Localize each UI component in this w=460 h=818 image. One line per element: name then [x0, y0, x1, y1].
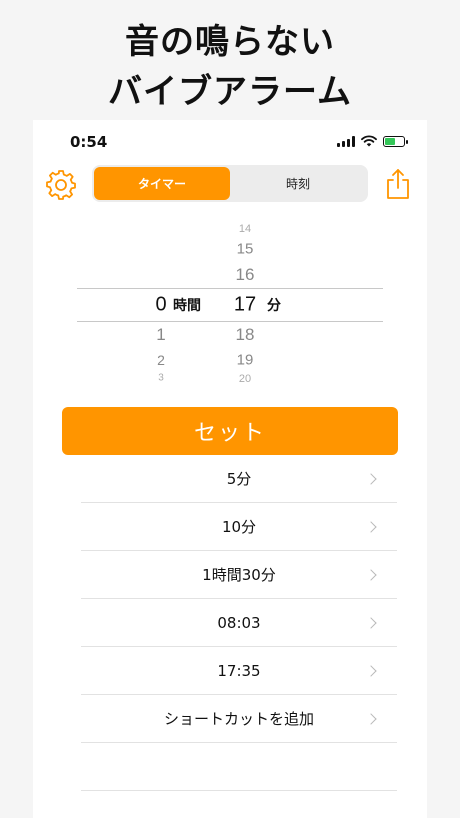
- chevron-right-icon: [365, 664, 377, 677]
- empty-row: [81, 743, 397, 791]
- shortcut-label: 08:03: [217, 613, 261, 632]
- battery-charging-icon: [383, 135, 408, 147]
- shortcut-row-10min[interactable]: 10分: [81, 503, 397, 551]
- shortcut-label: 1時間30分: [202, 566, 276, 584]
- shortcut-list: 5分 10分 1時間30分 08:03 17:35 ショートカットを追加: [81, 455, 397, 791]
- shortcut-row-1h30m[interactable]: 1時間30分: [81, 551, 397, 599]
- shortcut-label: 10分: [221, 518, 257, 536]
- promo-title-line1: 音の鳴らない: [125, 22, 335, 62]
- shortcut-row-5min[interactable]: 5分: [81, 455, 397, 503]
- wifi-icon: [361, 135, 377, 147]
- chevron-right-icon: [365, 520, 377, 533]
- status-time: 0:54: [70, 133, 108, 151]
- shortcut-label: 5分: [226, 470, 252, 488]
- minutes-option[interactable]: 18: [225, 325, 265, 345]
- minutes-option[interactable]: 20: [225, 373, 265, 385]
- chevron-right-icon: [365, 616, 377, 629]
- chevron-right-icon: [365, 712, 377, 725]
- minutes-option[interactable]: 16: [225, 265, 265, 285]
- share-icon[interactable]: [385, 168, 411, 200]
- set-button[interactable]: セット: [62, 407, 398, 455]
- duration-picker[interactable]: 0 1 2 3 時間 14 15 16 17 18 19 20 分: [77, 218, 383, 390]
- tab-timer[interactable]: タイマー: [94, 167, 230, 200]
- minutes-option[interactable]: 14: [225, 223, 265, 235]
- shortcut-label: 17:35: [217, 661, 261, 680]
- status-icons: [337, 135, 408, 147]
- add-shortcut-row[interactable]: ショートカットを追加: [81, 695, 397, 743]
- minutes-option[interactable]: 15: [225, 241, 265, 258]
- hours-unit-label: 時間: [173, 298, 201, 314]
- gear-icon[interactable]: [45, 169, 77, 201]
- mode-segmented-control: タイマー 時刻: [92, 165, 368, 202]
- shortcut-row-1735[interactable]: 17:35: [81, 647, 397, 695]
- hours-option[interactable]: 1: [141, 325, 181, 345]
- promo-title-line2: バイブアラーム: [108, 72, 352, 112]
- hours-option[interactable]: 2: [141, 352, 181, 368]
- hours-option[interactable]: 3: [141, 373, 181, 384]
- minutes-option[interactable]: 19: [225, 352, 265, 369]
- minutes-selected-value[interactable]: 17: [225, 294, 265, 317]
- app-screen: 0:54 タイマー 時刻 0 1 2 3 時間 14 15 16 17 18 1…: [33, 120, 427, 818]
- minutes-unit-label: 分: [267, 298, 281, 314]
- chevron-right-icon: [365, 472, 377, 485]
- chevron-right-icon: [365, 568, 377, 581]
- add-shortcut-label: ショートカットを追加: [163, 710, 314, 728]
- tab-clock-time[interactable]: 時刻: [230, 167, 366, 200]
- shortcut-row-0803[interactable]: 08:03: [81, 599, 397, 647]
- cellular-signal-icon: [337, 135, 355, 147]
